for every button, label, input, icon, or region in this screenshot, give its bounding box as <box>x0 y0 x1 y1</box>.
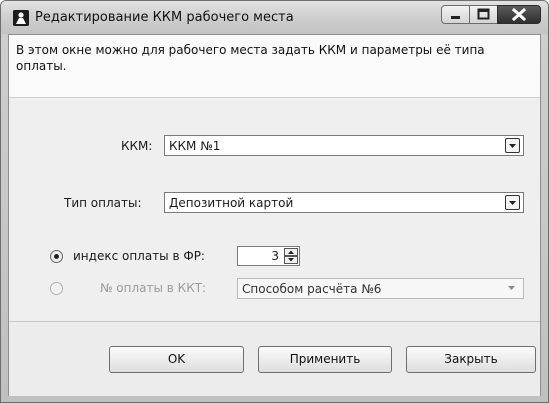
radio-number-in-kkt[interactable] <box>50 282 63 295</box>
kkm-select[interactable]: ККМ №1 <box>164 135 524 156</box>
chevron-down-icon[interactable] <box>505 138 520 153</box>
ok-button[interactable]: OK <box>109 346 244 373</box>
dialog-content: В этом окне можно для рабочего места зад… <box>8 34 541 396</box>
info-text: В этом окне можно для рабочего места зад… <box>16 43 485 73</box>
kkm-select-value: ККМ №1 <box>169 139 221 153</box>
spin-down-icon[interactable] <box>284 256 298 264</box>
radio-index-in-fr[interactable] <box>50 250 63 263</box>
spin-up-icon[interactable] <box>284 248 298 256</box>
maximize-button[interactable] <box>470 5 497 24</box>
payment-type-select-value: Депозитной картой <box>169 196 294 210</box>
button-bar: OK Применить Закрыть <box>9 321 540 396</box>
form-panel: ККМ: ККМ №1 Тип оплаты: Депозитной карто… <box>9 98 540 321</box>
app-icon <box>13 10 29 26</box>
title-bar[interactable]: Редактирование ККМ рабочего места <box>1 1 548 34</box>
payment-type-select[interactable]: Депозитной картой <box>164 192 524 213</box>
window-title: Редактирование ККМ рабочего места <box>35 10 294 25</box>
spin-arrows <box>284 248 298 264</box>
index-spinbox-value: 3 <box>271 249 279 263</box>
apply-button[interactable]: Применить <box>258 346 392 373</box>
radio-number-label[interactable]: № оплаты в ККТ: <box>100 281 206 295</box>
info-panel: В этом окне можно для рабочего места зад… <box>9 35 540 98</box>
kkm-label: ККМ: <box>121 139 153 153</box>
close-window-button[interactable] <box>497 5 541 24</box>
index-spinbox[interactable]: 3 <box>237 246 300 266</box>
payment-number-select[interactable]: Способом расчёта №6 <box>237 278 524 299</box>
payment-type-label: Тип оплаты: <box>64 196 142 210</box>
payment-number-select-value: Способом расчёта №6 <box>242 282 382 296</box>
close-button[interactable]: Закрыть <box>406 346 536 373</box>
dialog-window: Редактирование ККМ рабочего места В этом… <box>0 0 549 403</box>
chevron-down-icon[interactable] <box>505 281 520 296</box>
minimize-button[interactable] <box>441 5 470 24</box>
radio-index-label[interactable]: индекс оплаты в ФР: <box>73 249 205 263</box>
window-controls <box>441 5 541 25</box>
chevron-down-icon[interactable] <box>505 195 520 210</box>
